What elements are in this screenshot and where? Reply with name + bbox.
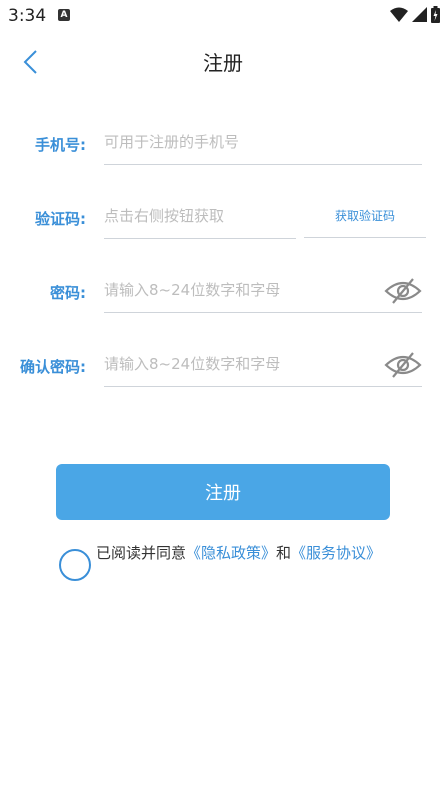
agreement-text: 已阅读并同意《隐私政策》和《服务协议》 xyxy=(96,542,396,565)
password-input[interactable] xyxy=(104,268,422,313)
eye-off-icon[interactable] xyxy=(384,278,422,304)
register-button[interactable]: 注册 xyxy=(56,464,390,520)
agreement-prefix: 已阅读并同意 xyxy=(96,544,187,562)
confirm-password-input[interactable] xyxy=(104,342,422,387)
agree-checkbox[interactable] xyxy=(59,549,91,581)
page-title: 注册 xyxy=(203,51,243,75)
notification-icon: A xyxy=(58,9,70,21)
password-row: 密码: xyxy=(0,262,446,336)
code-input[interactable] xyxy=(104,194,296,239)
status-time: 3:34 xyxy=(8,6,47,26)
signal-icon xyxy=(412,7,427,22)
nav-bar: 注册 xyxy=(0,32,446,90)
phone-row: 手机号: xyxy=(0,114,446,188)
confirm-row: 确认密码: xyxy=(0,336,446,410)
phone-input[interactable] xyxy=(104,120,422,165)
phone-label: 手机号: xyxy=(35,136,86,154)
eye-off-icon[interactable] xyxy=(384,352,422,378)
status-bar: 3:34 A xyxy=(0,0,446,32)
code-label: 验证码: xyxy=(35,210,86,228)
battery-icon xyxy=(431,6,440,23)
status-icons xyxy=(390,6,440,23)
confirm-label: 确认密码: xyxy=(20,358,86,376)
wifi-icon xyxy=(390,7,408,22)
get-code-button[interactable]: 获取验证码 xyxy=(304,194,426,238)
password-label: 密码: xyxy=(50,284,86,302)
code-row: 验证码: 获取验证码 xyxy=(0,188,446,262)
service-agreement-link[interactable]: 《服务协议》 xyxy=(291,544,381,562)
privacy-policy-link[interactable]: 《隐私政策》 xyxy=(186,544,276,562)
agreement-and: 和 xyxy=(276,544,292,562)
